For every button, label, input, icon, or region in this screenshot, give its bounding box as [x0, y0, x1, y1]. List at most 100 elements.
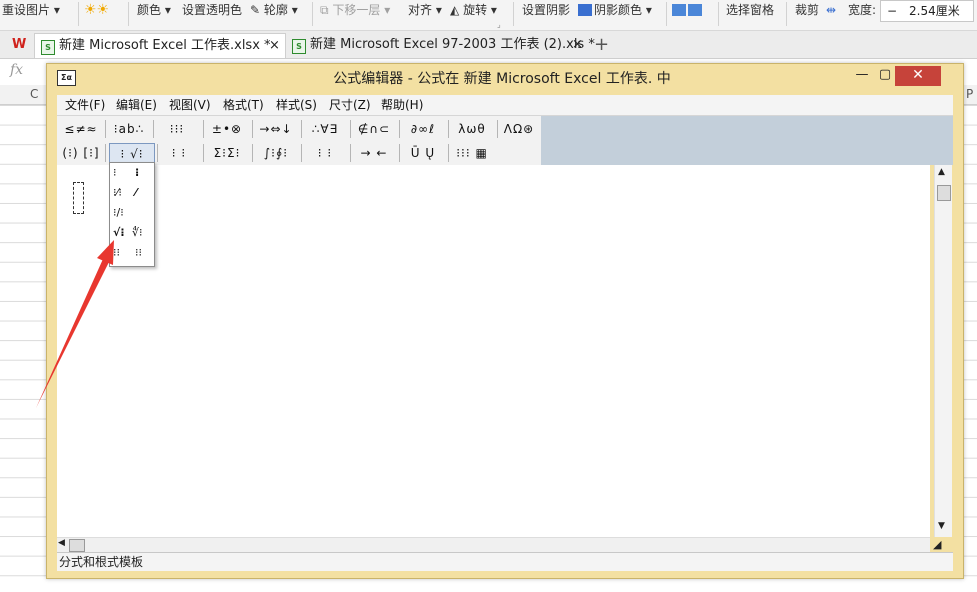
maximize-icon[interactable]: ▢: [877, 66, 893, 86]
width-label: 宽度:: [848, 3, 877, 17]
width-decrement-button[interactable]: −: [887, 1, 897, 21]
shadow-offset-icons[interactable]: [672, 0, 704, 20]
vertical-scrollbar[interactable]: ▲ ▼: [934, 165, 952, 537]
equation-editor-window: Σα 公式编辑器 - 公式在 新建 Microsoft Excel 工作表. 中…: [46, 63, 964, 579]
integral-palette[interactable]: ∫⁝∮⁝: [254, 143, 298, 163]
logic-palette[interactable]: ∴∀∃: [303, 119, 347, 139]
misc-symbols-palette[interactable]: ∂∞ℓ: [401, 119, 445, 139]
template-small-slash-fraction[interactable]: ⁄: [135, 185, 137, 201]
width-icon: ⇹: [826, 3, 837, 17]
products-palette[interactable]: Ū Ų: [401, 143, 445, 163]
editor-menu-bar: 文件(F) 编辑(E) 视图(V) 格式(T) 样式(S) 尺寸(Z) 帮助(H…: [57, 95, 953, 116]
set-transparent-button[interactable]: 设置透明色: [182, 0, 242, 20]
close-tab-icon[interactable]: ×: [269, 34, 280, 58]
equation-editor-icon: Σα: [57, 70, 76, 86]
move-down-button[interactable]: ⧉ 下移一层 ▾: [320, 0, 390, 20]
menu-help[interactable]: 帮助(H): [381, 95, 423, 115]
vertical-scroll-thumb[interactable]: [937, 185, 951, 201]
excel-file-icon: S: [292, 39, 306, 54]
editor-title-bar[interactable]: Σα 公式编辑器 - 公式在 新建 Microsoft Excel 工作表. 中…: [47, 64, 963, 92]
editor-status-bar: 分式和根式模板: [57, 552, 953, 571]
equation-toolbar: ≤≠≈ ⁝ab∴ ⁝⁝⁝ ±•⊗ →⇔↓ ∴∀∃ ∉∩⊂ ∂∞ℓ λωθ ΛΩ⊛…: [57, 116, 953, 165]
excel-file-icon: S: [41, 40, 55, 55]
template-nth-root[interactable]: ∜⁝: [132, 225, 143, 241]
horizontal-scrollbar[interactable]: ◀: [57, 537, 930, 552]
menu-file[interactable]: 文件(F): [65, 95, 105, 115]
move-down-icon: ⧉: [320, 3, 329, 17]
status-text: 分式和根式模板: [59, 555, 144, 569]
ribbon-divider: [786, 2, 787, 26]
operators-palette[interactable]: ±•⊗: [205, 119, 249, 139]
width-input[interactable]: − 2.54厘米: [880, 0, 974, 22]
summation-palette[interactable]: Σ⁝Σ⁝: [205, 143, 249, 163]
shadow-color-icon: [578, 4, 592, 16]
spaces-palette[interactable]: ⁝ab∴: [109, 119, 149, 139]
fences-palette[interactable]: (⁝) [⁝]: [61, 143, 101, 163]
menu-edit[interactable]: 编辑(E): [116, 95, 157, 115]
dialog-launcher-icon[interactable]: ⌟: [497, 20, 501, 29]
tab-workbook-xls[interactable]: S 新建 Microsoft Excel 97-2003 工作表 (2).xls …: [286, 33, 595, 57]
equation-canvas[interactable]: [57, 165, 930, 537]
column-p-label[interactable]: P: [966, 87, 973, 101]
color-button[interactable]: 颜色 ▾: [137, 0, 171, 20]
toolbar-divider: [497, 120, 498, 138]
scroll-down-icon[interactable]: ▼: [938, 521, 945, 531]
template-long-division[interactable]: ⁝⁝: [113, 245, 120, 261]
shadow-color-button[interactable]: 阴影颜色 ▾: [578, 0, 652, 20]
crop-button[interactable]: 裁剪: [795, 0, 819, 20]
selection-pane-button[interactable]: 选择窗格: [726, 0, 774, 20]
new-tab-button[interactable]: +: [594, 33, 609, 57]
width-value: 2.54厘米: [909, 4, 960, 18]
reset-picture-button[interactable]: 重设图片 ▾: [2, 0, 60, 20]
equation-slot-placeholder[interactable]: [73, 182, 84, 214]
brightness-icon[interactable]: ☀☀: [84, 0, 109, 20]
menu-size[interactable]: 尺寸(Z): [329, 95, 371, 115]
arrows-palette[interactable]: →⇔↓: [254, 119, 298, 139]
menu-format[interactable]: 格式(T): [223, 95, 264, 115]
template-square-root[interactable]: √⁝: [113, 225, 125, 241]
close-icon[interactable]: ✕: [895, 66, 941, 86]
template-slash-fraction[interactable]: ⁝⁄⁝: [113, 185, 122, 201]
outline-icon: ✎: [250, 3, 261, 17]
toolbar-divider: [350, 144, 351, 162]
template-small-fraction[interactable]: ⁝: [135, 165, 139, 181]
set-shadow-button[interactable]: 设置阴影: [522, 0, 570, 20]
bar-palette[interactable]: ⁝ ⁝: [303, 143, 347, 163]
scroll-up-icon[interactable]: ▲: [938, 167, 945, 177]
rotate-icon: ◭: [450, 3, 460, 17]
wps-logo-icon: W: [12, 37, 27, 52]
toolbar-divider: [399, 144, 400, 162]
subscript-palette[interactable]: ⁝ ⁝: [159, 143, 199, 163]
document-tab-bar: W S 新建 Microsoft Excel 工作表.xlsx * × S 新建 M…: [0, 31, 977, 59]
scroll-left-icon[interactable]: ◀: [58, 538, 65, 548]
minimize-icon[interactable]: —: [851, 66, 873, 86]
matrix-palette[interactable]: ⁝⁝⁝ ▦: [450, 143, 494, 163]
ribbon-divider: [513, 2, 514, 26]
template-horizontal-fraction[interactable]: ⁝/⁝: [113, 205, 124, 221]
align-button[interactable]: 对齐 ▾: [408, 0, 442, 20]
embellishments-palette[interactable]: ⁝⁝⁝: [157, 119, 197, 139]
close-tab-icon[interactable]: ×: [572, 33, 583, 57]
resize-grip-icon[interactable]: ◢: [933, 538, 941, 551]
template-division-bar[interactable]: ⁝⁝: [135, 245, 142, 261]
tab-workbook-xlsx[interactable]: S 新建 Microsoft Excel 工作表.xlsx * ×: [34, 33, 286, 58]
horizontal-scroll-thumb[interactable]: [69, 539, 85, 552]
fx-icon[interactable]: fx: [10, 62, 23, 78]
set-theory-palette[interactable]: ∉∩⊂: [352, 119, 396, 139]
menu-view[interactable]: 视图(V): [169, 95, 211, 115]
template-palette: ≤≠≈ ⁝ab∴ ⁝⁝⁝ ±•⊗ →⇔↓ ∴∀∃ ∉∩⊂ ∂∞ℓ λωθ ΛΩ⊛…: [57, 116, 541, 165]
greek-upper-palette[interactable]: ΛΩ⊛: [499, 119, 539, 139]
toolbar-divider: [105, 120, 106, 138]
greek-lower-palette[interactable]: λωθ: [450, 119, 494, 139]
ribbon-divider: [312, 2, 313, 26]
toolbar-divider: [105, 144, 106, 162]
column-c-label[interactable]: C: [30, 87, 38, 101]
menu-style[interactable]: 样式(S): [276, 95, 317, 115]
outline-button[interactable]: ✎ 轮廓 ▾: [250, 0, 298, 20]
rotate-button[interactable]: ◭ 旋转 ▾: [450, 0, 497, 20]
relations-palette[interactable]: ≤≠≈: [61, 119, 101, 139]
labeled-arrow-palette[interactable]: → ←: [352, 143, 396, 163]
toolbar-divider: [448, 120, 449, 138]
template-stacked-fraction[interactable]: ⁝: [113, 165, 117, 181]
toolbar-divider: [157, 144, 158, 162]
